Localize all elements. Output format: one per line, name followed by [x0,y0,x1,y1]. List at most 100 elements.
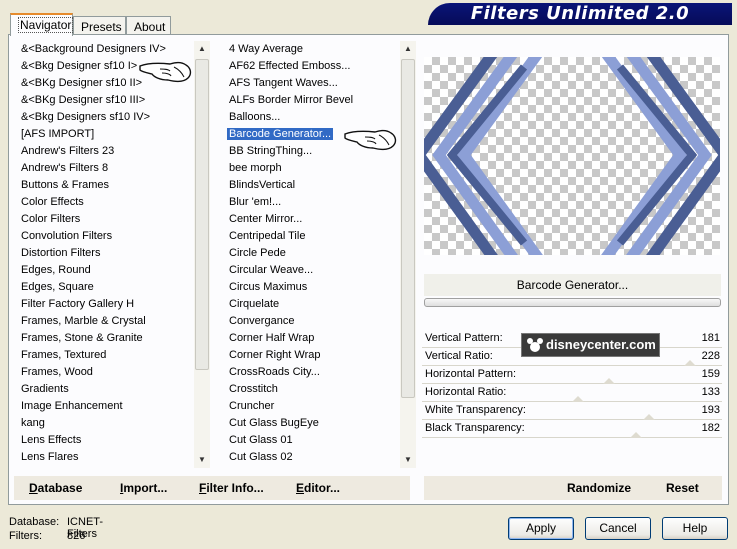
tab-presets[interactable]: Presets [73,16,126,35]
filter-item-label: ALFs Border Mirror Bevel [229,94,354,106]
filter-item[interactable]: Centripedal Tile [227,228,400,245]
parameter-label: Horizontal Pattern: [425,368,517,380]
category-item[interactable]: Lens Effects [19,432,194,449]
category-item[interactable]: Distortion Filters [19,245,194,262]
category-list[interactable]: &<Background Designers IV> &<Bkg Designer… [19,41,194,468]
filter-item[interactable]: 4 Way Average [227,41,400,58]
category-item[interactable]: Convolution Filters [19,228,194,245]
database-status-label: Database: [9,516,60,528]
tab-about[interactable]: About [126,16,171,35]
parameter-value: 182 [701,422,720,434]
category-item[interactable]: &<Bkg Designers sf10 IV> [19,109,194,126]
category-item[interactable]: Light Effects [19,466,194,468]
filter-item[interactable]: Circus Maximus [227,279,400,296]
help-button[interactable]: Help [662,517,728,540]
category-item[interactable]: Color Effects [19,194,194,211]
import-button[interactable]: Import... [120,481,167,495]
parameter-row[interactable]: Horizontal Pattern: 159 [422,366,722,384]
filter-item-label: Center Mirror... [229,213,303,225]
category-item[interactable]: [AFS IMPORT] [19,126,194,143]
filter-list[interactable]: 4 Way Average AF62 Effected Emboss... AFS … [227,41,400,468]
tab-navigator[interactable]: Navigator [10,13,74,36]
filter-item-label: Blur 'em!... [229,196,282,208]
scroll-down-icon[interactable]: ▼ [400,452,416,468]
scroll-up-icon[interactable]: ▲ [400,41,416,57]
filter-item[interactable]: Crosstitch [227,381,400,398]
filter-item[interactable]: CrossRoads City... [227,364,400,381]
scroll-down-icon[interactable]: ▼ [194,452,210,468]
category-scroll-thumb[interactable] [195,59,209,370]
parameter-label: Black Transparency: [425,422,525,434]
parameter-row[interactable]: Horizontal Ratio: 133 [422,384,722,402]
randomize-button[interactable]: Randomize [567,481,631,495]
app-title-banner: Filters Unlimited 2.0 [428,3,732,25]
filter-item[interactable]: Convergance [227,313,400,330]
category-item[interactable]: kang [19,415,194,432]
category-item[interactable]: Lens Flares [19,449,194,466]
filter-item[interactable]: Cut Glass 03 [227,466,400,468]
category-item[interactable]: &<Background Designers IV> [19,41,194,58]
filter-item[interactable]: Circle Pede [227,245,400,262]
category-item[interactable]: Edges, Round [19,262,194,279]
category-item[interactable]: Frames, Stone & Granite [19,330,194,347]
reset-button[interactable]: Reset [666,481,699,495]
category-item[interactable]: &<BKg Designer sf10 III> [19,92,194,109]
filters-status-label: Filters: [9,530,42,542]
parameter-label: Vertical Ratio: [425,350,493,362]
filter-item[interactable]: Corner Half Wrap [227,330,400,347]
parameter-value: 159 [701,368,720,380]
editor-button[interactable]: Editor... [296,481,340,495]
filter-item[interactable]: Cruncher [227,398,400,415]
filter-item[interactable]: Blur 'em!... [227,194,400,211]
filter-item-label: Cirquelate [229,298,280,310]
category-item[interactable]: Andrew's Filters 23 [19,143,194,160]
category-scrollbar[interactable]: ▲ ▼ [194,41,210,468]
filter-info-button[interactable]: Filter Info... [199,481,264,495]
filter-item[interactable]: Corner Right Wrap [227,347,400,364]
filter-item[interactable]: Cut Glass 02 [227,449,400,466]
category-item[interactable]: Color Filters [19,211,194,228]
database-button[interactable]: Database [29,481,82,495]
filters-status: Filters: 826 [9,530,85,542]
scroll-up-icon[interactable]: ▲ [194,41,210,57]
category-item[interactable]: Andrew's Filters 8 [19,160,194,177]
filter-item-label: AF62 Effected Emboss... [229,60,351,72]
watermark-text: disneycenter.com [546,337,656,352]
apply-button[interactable]: Apply [508,517,574,540]
category-item[interactable]: Filter Factory Gallery H [19,296,194,313]
filter-item-label: Circus Maximus [229,281,308,293]
filter-item[interactable]: Center Mirror... [227,211,400,228]
category-item[interactable]: Frames, Textured [19,347,194,364]
pointing-hand-icon [344,129,397,151]
filter-item-label: Cut Glass BugEye [229,417,319,429]
parameter-slider-track[interactable] [422,437,722,438]
filter-item-label: CrossRoads City... [229,366,320,378]
category-item[interactable]: Frames, Marble & Crystal [19,313,194,330]
cancel-button[interactable]: Cancel [585,517,651,540]
filter-scrollbar[interactable]: ▲ ▼ [400,41,416,468]
filter-item[interactable]: BlindsVertical [227,177,400,194]
category-item[interactable]: Edges, Square [19,279,194,296]
filter-item[interactable]: AF62 Effected Emboss... [227,58,400,75]
filter-item[interactable]: Cut Glass 01 [227,432,400,449]
category-item[interactable]: Frames, Wood [19,364,194,381]
category-item[interactable]: Image Enhancement [19,398,194,415]
parameter-slider-thumb[interactable] [630,432,643,438]
parameter-row[interactable]: Black Transparency: 182 [422,420,722,438]
filter-item[interactable]: ALFs Border Mirror Bevel [227,92,400,109]
category-item[interactable]: Gradients [19,381,194,398]
filter-item[interactable]: Cirquelate [227,296,400,313]
category-item[interactable]: Buttons & Frames [19,177,194,194]
filter-item-label: Cut Glass 01 [229,434,293,446]
tab-navigator-label: Navigator [18,17,74,33]
parameter-value: 181 [701,332,720,344]
parameter-value: 228 [701,350,720,362]
filter-scroll-thumb[interactable] [401,59,415,398]
parameter-label: Horizontal Ratio: [425,386,507,398]
database-status: Database: ICNET-Filters [9,516,103,540]
filter-item[interactable]: Circular Weave... [227,262,400,279]
filter-item[interactable]: Cut Glass BugEye [227,415,400,432]
filter-item[interactable]: bee morph [227,160,400,177]
filter-item[interactable]: AFS Tangent Waves... [227,75,400,92]
parameter-row[interactable]: White Transparency: 193 [422,402,722,420]
